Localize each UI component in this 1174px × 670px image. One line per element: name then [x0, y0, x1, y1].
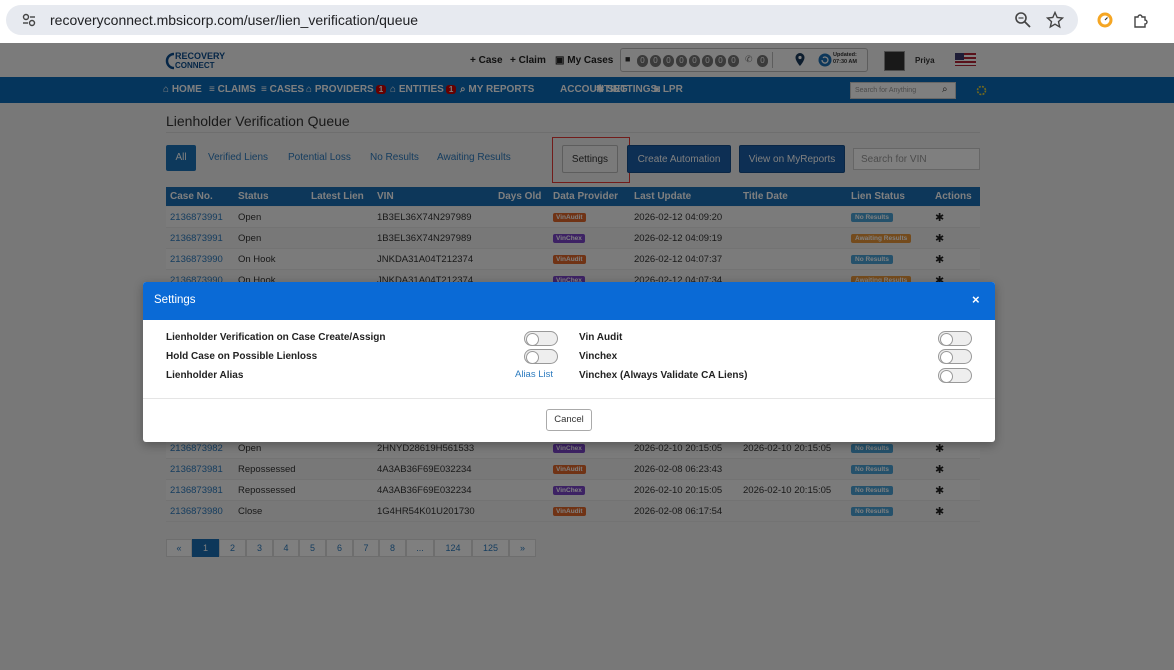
- toggle-vin-audit[interactable]: [938, 331, 972, 346]
- setting-label-lienholder-alias: Lienholder Alias: [166, 370, 244, 381]
- site-settings-icon[interactable]: [20, 11, 38, 29]
- divider: [143, 398, 995, 399]
- extensions-puzzle-icon[interactable]: [1132, 11, 1150, 29]
- modal-header: Settings ×: [143, 282, 995, 320]
- setting-label-verification-on-create: Lienholder Verification on Case Create/A…: [166, 332, 386, 343]
- setting-label-vin-audit: Vin Audit: [579, 332, 623, 343]
- toggle-hold-on-lienloss[interactable]: [524, 349, 558, 364]
- zoom-icon[interactable]: [1014, 11, 1032, 29]
- bookmark-star-icon[interactable]: [1046, 11, 1064, 29]
- modal-title: Settings: [154, 294, 196, 306]
- alias-list-link[interactable]: Alias List: [515, 369, 553, 380]
- setting-label-vinchex: Vinchex: [579, 351, 618, 362]
- close-icon[interactable]: ×: [972, 292, 980, 307]
- toggle-vinchex[interactable]: [938, 349, 972, 364]
- cancel-button[interactable]: Cancel: [546, 409, 592, 431]
- browser-toolbar: recoveryconnect.mbsicorp.com/user/lien_v…: [0, 0, 1174, 43]
- extension-timer-icon[interactable]: [1096, 11, 1114, 29]
- setting-label-vinchex-ca: Vinchex (Always Validate CA Liens): [579, 370, 748, 381]
- url-text[interactable]: recoveryconnect.mbsicorp.com/user/lien_v…: [50, 12, 418, 28]
- toggle-verification-on-create[interactable]: [524, 331, 558, 346]
- settings-modal: Settings × Lienholder Verification on Ca…: [143, 282, 995, 442]
- toggle-vinchex-ca[interactable]: [938, 368, 972, 383]
- setting-label-hold-on-lienloss: Hold Case on Possible Lienloss: [166, 351, 318, 362]
